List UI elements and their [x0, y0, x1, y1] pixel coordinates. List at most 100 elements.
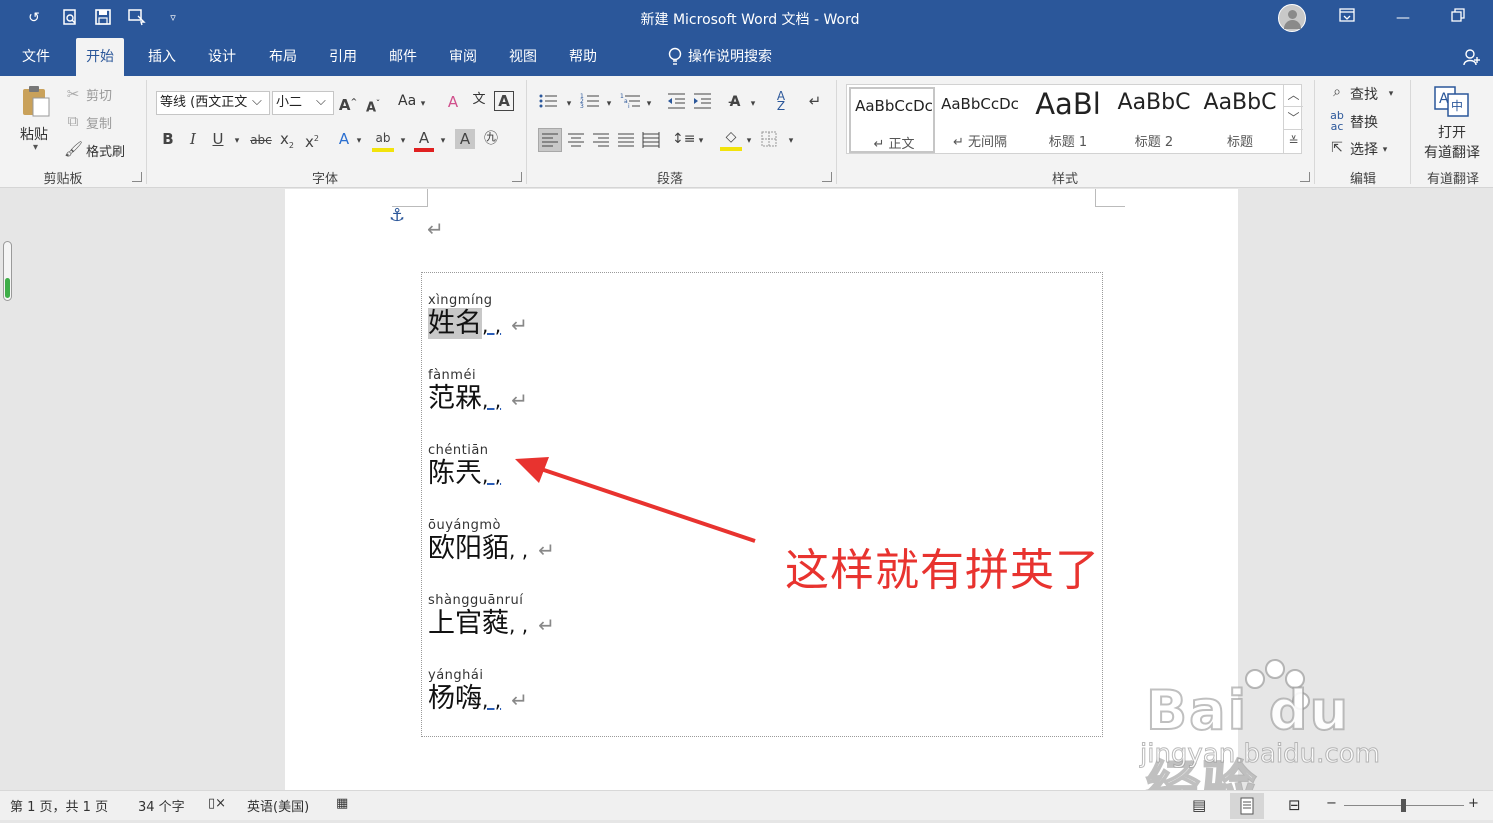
align-right-icon[interactable] — [590, 129, 612, 151]
find-dropdown-icon[interactable]: ▾ — [1386, 84, 1396, 104]
name-entry[interactable]: yánghái 杨嗨, , ↵ — [428, 668, 528, 716]
font-name-dropdown-icon[interactable]: ⌵ — [252, 94, 262, 109]
select-button[interactable]: 选择 — [1350, 139, 1378, 159]
highlight-dropdown-icon[interactable]: ▾ — [398, 131, 408, 151]
account-avatar[interactable] — [1278, 4, 1306, 32]
restore-icon[interactable] — [1443, 6, 1473, 30]
tab-design[interactable]: 设计 — [198, 38, 246, 76]
document-page[interactable]: ⚓ ↵ xìngmíng 姓名, , ↵ fànméi 范槑, , ↵ chénti… — [285, 189, 1238, 790]
cut-button[interactable]: 剪切 — [86, 85, 112, 104]
asian-layout-icon[interactable]: A̶ — [724, 92, 746, 112]
web-layout-icon[interactable]: ⊟ — [1288, 796, 1301, 814]
style-no-spacing[interactable]: AaBbCcDc ↵ 无间隔 — [937, 87, 1023, 153]
tab-file[interactable]: 文件 — [12, 38, 60, 76]
font-color-icon[interactable]: A — [414, 128, 434, 152]
tab-home[interactable]: 开始 — [76, 38, 124, 76]
zoom-out-icon[interactable]: − — [1326, 796, 1337, 811]
underline-icon[interactable]: U — [209, 129, 227, 149]
customize-qat-icon[interactable]: ▿ — [163, 8, 183, 28]
justify-icon[interactable] — [615, 129, 637, 151]
multilevel-dropdown-icon[interactable]: ▾ — [644, 94, 654, 114]
find-button[interactable]: 查找 — [1350, 84, 1378, 104]
text-effects-dropdown-icon[interactable]: ▾ — [354, 131, 364, 151]
name-entry[interactable]: chéntiān 陈兲, , — [428, 443, 501, 491]
document-workspace[interactable]: ⚓ ↵ xìngmíng 姓名, , ↵ fànméi 范槑, , ↵ chénti… — [0, 189, 1493, 790]
tab-layout[interactable]: 布局 — [259, 38, 307, 76]
clear-formatting-icon[interactable]: A — [443, 92, 463, 112]
styles-scroll-down-icon[interactable]: ﹀ — [1284, 107, 1303, 130]
replace-button[interactable]: 替换 — [1350, 112, 1378, 132]
subscript-icon[interactable]: x2 — [278, 129, 296, 156]
share-icon[interactable] — [1462, 48, 1484, 68]
align-left-icon[interactable] — [538, 128, 562, 152]
numbering-dropdown-icon[interactable]: ▾ — [604, 94, 614, 114]
style-normal[interactable]: AaBbCcDc ↵ 正文 — [849, 87, 935, 153]
bold-icon[interactable]: B — [159, 129, 177, 149]
paste-dropdown-icon[interactable]: ▾ — [33, 142, 38, 153]
asian-layout-dropdown-icon[interactable]: ▾ — [748, 94, 758, 114]
tab-references[interactable]: 引用 — [319, 38, 367, 76]
ribbon-display-icon[interactable] — [1332, 6, 1362, 30]
borders-dropdown-icon[interactable]: ▾ — [786, 131, 796, 151]
styles-more-icon[interactable]: ≚ — [1284, 130, 1303, 153]
zoom-in-icon[interactable]: + — [1468, 796, 1479, 811]
name-entry[interactable]: xìngmíng 姓名, , ↵ — [428, 293, 528, 341]
tell-me-search[interactable]: 操作说明搜索 — [688, 38, 772, 76]
font-color-dropdown-icon[interactable]: ▾ — [438, 131, 448, 151]
font-size-dropdown-icon[interactable]: ⌵ — [316, 94, 326, 109]
change-case-button[interactable]: Aa — [398, 93, 416, 109]
distributed-icon[interactable] — [640, 129, 662, 151]
paste-icon[interactable] — [20, 84, 52, 118]
font-launcher-icon[interactable] — [512, 172, 522, 182]
youdao-open-button[interactable]: 打开 — [1438, 122, 1466, 142]
numbering-icon[interactable]: 123 — [580, 92, 600, 112]
italic-icon[interactable]: I — [184, 129, 202, 149]
borders-icon[interactable] — [760, 130, 780, 150]
name-entry[interactable]: fànméi 范槑, , ↵ — [428, 368, 528, 416]
increase-indent-icon[interactable] — [692, 92, 712, 112]
highlight-icon[interactable]: ab — [372, 128, 394, 152]
print-layout-icon[interactable] — [1230, 793, 1264, 819]
tab-insert[interactable]: 插入 — [138, 38, 186, 76]
underline-dropdown-icon[interactable]: ▾ — [232, 131, 242, 151]
line-spacing-icon[interactable]: ↕≡ — [672, 129, 695, 149]
undo-icon[interactable]: ↺ — [24, 8, 44, 28]
style-heading-2[interactable]: AaBbC 标题 2 — [1111, 87, 1197, 153]
multilevel-list-icon[interactable]: 1ai — [620, 92, 642, 112]
text-effects-icon[interactable]: A — [334, 129, 354, 149]
bullets-icon[interactable] — [538, 92, 558, 112]
language-indicator[interactable]: 英语(美国) — [247, 796, 309, 815]
bullets-dropdown-icon[interactable]: ▾ — [564, 94, 574, 114]
enclose-characters-icon[interactable]: ㊈ — [481, 129, 501, 149]
tab-review[interactable]: 审阅 — [439, 38, 487, 76]
superscript-icon[interactable]: x2 — [303, 129, 321, 152]
phonetic-guide-icon[interactable]: 文 — [468, 90, 490, 110]
character-shading-icon[interactable]: A — [455, 129, 475, 149]
proofing-icon[interactable]: ▯× — [208, 796, 226, 811]
vertical-scroll-indicator[interactable] — [3, 241, 12, 301]
paste-button[interactable]: 粘贴 — [20, 124, 48, 144]
shading-icon[interactable]: ◇ — [720, 127, 742, 151]
tab-view[interactable]: 视图 — [499, 38, 547, 76]
word-count[interactable]: 34 个字 — [138, 796, 185, 815]
character-border-icon[interactable]: A — [494, 91, 514, 111]
page-count[interactable]: 第 1 页，共 1 页 — [10, 796, 108, 815]
styles-scroll-up-icon[interactable]: ︿ — [1284, 84, 1303, 107]
copy-button[interactable]: 复制 — [86, 113, 112, 132]
youdao-translate-icon[interactable]: A中 — [1434, 86, 1470, 118]
decrease-indent-icon[interactable] — [666, 92, 686, 112]
clipboard-launcher-icon[interactable] — [132, 172, 142, 182]
minimize-icon[interactable]: — — [1388, 6, 1418, 30]
paragraph-launcher-icon[interactable] — [822, 172, 832, 182]
zoom-slider-thumb[interactable] — [1401, 799, 1406, 812]
style-heading-1[interactable]: AaBl 标题 1 — [1025, 87, 1111, 153]
format-painter-button[interactable]: 格式刷 — [86, 141, 125, 160]
macro-record-icon[interactable]: ▦ — [336, 796, 348, 811]
grow-font-icon[interactable]: A^ — [338, 92, 358, 115]
line-spacing-dropdown-icon[interactable]: ▾ — [696, 131, 706, 151]
align-center-icon[interactable] — [565, 129, 587, 151]
styles-launcher-icon[interactable] — [1300, 172, 1310, 182]
style-title[interactable]: AaBbC 标题 — [1197, 87, 1283, 153]
change-case-dropdown-icon[interactable]: ▾ — [418, 94, 428, 114]
print-preview-icon[interactable] — [60, 8, 80, 28]
